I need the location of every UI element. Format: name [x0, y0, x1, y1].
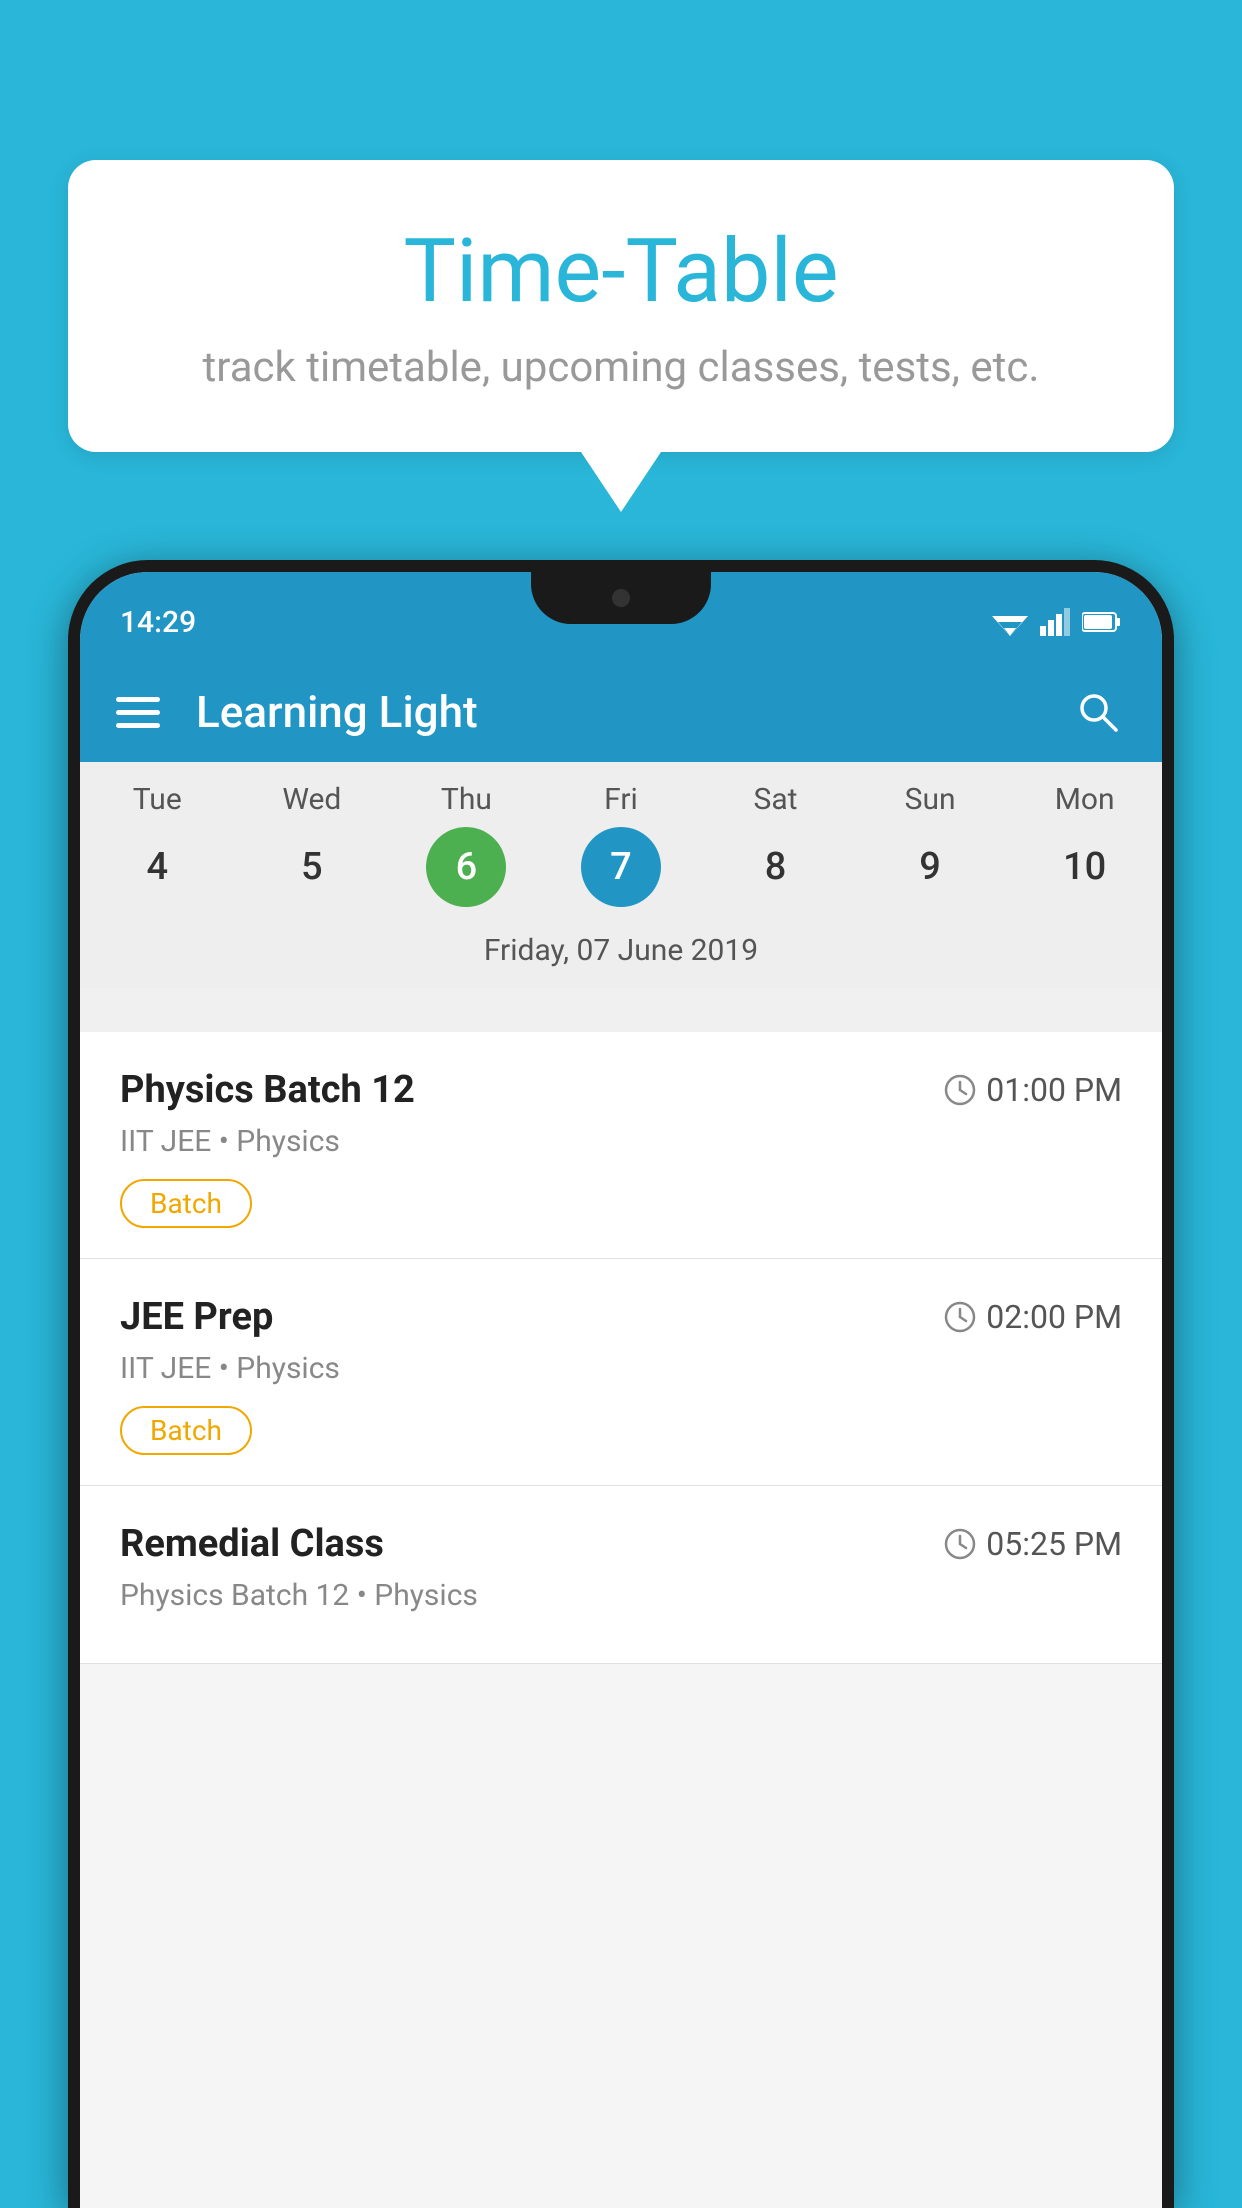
speech-bubble-arrow [581, 452, 661, 512]
class-3-name: Remedial Class [120, 1522, 384, 1566]
day-9[interactable]: 9 [890, 827, 970, 907]
class-item-1-header: Physics Batch 12 01:00 PM [120, 1068, 1122, 1112]
day-header-thu: Thu [416, 782, 516, 817]
day-7-selected[interactable]: 7 [581, 827, 661, 907]
selected-date-label: Friday, 07 June 2019 [80, 923, 1162, 988]
class-1-time-text: 01:00 PM [986, 1071, 1122, 1109]
menu-button[interactable] [116, 697, 160, 728]
class-list: Physics Batch 12 01:00 PM IIT JEE • Phys… [80, 1032, 1162, 2208]
class-1-time: 01:00 PM [944, 1071, 1122, 1109]
class-item-3-header: Remedial Class 05:25 PM [120, 1522, 1122, 1566]
page-subtitle: track timetable, upcoming classes, tests… [128, 343, 1114, 392]
wifi-icon [992, 608, 1028, 636]
day-header-sun: Sun [880, 782, 980, 817]
day-8[interactable]: 8 [736, 827, 816, 907]
day-5[interactable]: 5 [272, 827, 352, 907]
battery-icon [1082, 611, 1122, 633]
day-header-tue: Tue [107, 782, 207, 817]
class-item-1[interactable]: Physics Batch 12 01:00 PM IIT JEE • Phys… [80, 1032, 1162, 1259]
status-icons [992, 608, 1122, 636]
page-title: Time-Table [128, 220, 1114, 323]
day-header-wed: Wed [262, 782, 362, 817]
day-headers: Tue Wed Thu Fri Sat Sun Mon [80, 782, 1162, 827]
day-4[interactable]: 4 [117, 827, 197, 907]
phone-frame: 14:29 [68, 560, 1174, 2208]
clock-icon-2 [944, 1301, 976, 1333]
class-2-meta: IIT JEE • Physics [120, 1351, 1122, 1386]
class-1-meta: IIT JEE • Physics [120, 1124, 1122, 1159]
camera [612, 589, 630, 607]
class-2-badge: Batch [120, 1406, 252, 1455]
app-bar: Learning Light [80, 662, 1162, 762]
search-icon [1076, 690, 1120, 734]
class-item-3[interactable]: Remedial Class 05:25 PM Physics Batch 12… [80, 1486, 1162, 1664]
calendar-strip: Tue Wed Thu Fri Sat Sun Mon 4 5 6 7 8 9 … [80, 762, 1162, 988]
class-3-meta: Physics Batch 12 • Physics [120, 1578, 1122, 1613]
notch [531, 572, 711, 624]
status-time: 14:29 [120, 605, 196, 640]
day-header-mon: Mon [1035, 782, 1135, 817]
speech-bubble-section: Time-Table track timetable, upcoming cla… [68, 160, 1174, 512]
class-1-badge: Batch [120, 1179, 252, 1228]
day-6-today[interactable]: 6 [426, 827, 506, 907]
class-2-time-text: 02:00 PM [986, 1298, 1122, 1336]
day-numbers: 4 5 6 7 8 9 10 [80, 827, 1162, 923]
class-item-2-header: JEE Prep 02:00 PM [120, 1295, 1122, 1339]
class-1-name: Physics Batch 12 [120, 1068, 415, 1112]
speech-bubble-card: Time-Table track timetable, upcoming cla… [68, 160, 1174, 452]
class-2-name: JEE Prep [120, 1295, 273, 1339]
clock-icon-1 [944, 1074, 976, 1106]
app-bar-title: Learning Light [196, 686, 1070, 738]
signal-icon [1040, 608, 1070, 636]
day-10[interactable]: 10 [1045, 827, 1125, 907]
clock-icon-3 [944, 1528, 976, 1560]
phone-screen: 14:29 [80, 572, 1162, 2208]
class-3-time: 05:25 PM [944, 1525, 1122, 1563]
day-header-sat: Sat [726, 782, 826, 817]
search-button[interactable] [1070, 684, 1126, 740]
class-3-time-text: 05:25 PM [986, 1525, 1122, 1563]
class-item-2[interactable]: JEE Prep 02:00 PM IIT JEE • Physics Batc… [80, 1259, 1162, 1486]
day-header-fri: Fri [571, 782, 671, 817]
status-bar: 14:29 [80, 572, 1162, 662]
class-2-time: 02:00 PM [944, 1298, 1122, 1336]
